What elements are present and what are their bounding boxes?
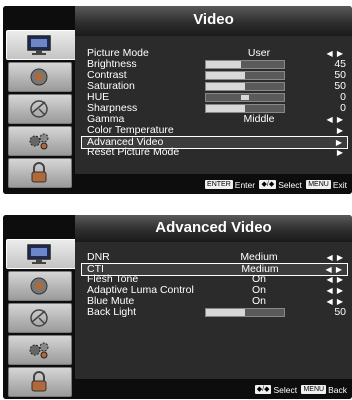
menu-footer-hints: ◆/◆ Select MENU Back bbox=[75, 379, 352, 399]
menu-title: Video bbox=[75, 6, 352, 36]
dnr-row[interactable]: DNR Medium ◀ ▶ bbox=[81, 252, 348, 263]
row-value: 0 bbox=[340, 102, 346, 114]
padlock-icon bbox=[31, 162, 47, 183]
left-right-arrows-icon[interactable]: ◀ ▶ bbox=[326, 252, 344, 263]
back-light-row[interactable]: Back Light 50 bbox=[81, 307, 348, 318]
tab-channel[interactable] bbox=[8, 303, 72, 333]
hue-slider[interactable] bbox=[205, 93, 285, 102]
menu-title: Advanced Video bbox=[75, 215, 352, 242]
saturation-row[interactable]: Saturation 50 bbox=[81, 81, 348, 92]
monitor-icon bbox=[27, 35, 51, 55]
right-arrow-icon[interactable]: ▶ bbox=[337, 125, 344, 136]
tab-audio[interactable] bbox=[8, 62, 72, 92]
tab-video[interactable] bbox=[6, 239, 77, 269]
category-sidebar bbox=[3, 6, 77, 194]
tab-setup[interactable] bbox=[8, 335, 72, 365]
gears-icon bbox=[29, 342, 49, 359]
color-temperature-row[interactable]: Color Temperature ▶ bbox=[81, 125, 348, 136]
tab-lock[interactable] bbox=[8, 367, 72, 397]
tab-audio[interactable] bbox=[8, 271, 72, 301]
satellite-dish-icon bbox=[30, 309, 48, 327]
contrast-slider[interactable] bbox=[205, 71, 285, 80]
monitor-icon bbox=[27, 244, 51, 264]
left-right-arrows-icon[interactable]: ◀ ▶ bbox=[326, 274, 344, 285]
row-value: Middle bbox=[243, 113, 275, 125]
row-value: On bbox=[251, 295, 266, 307]
enter-key-icon: ENTER bbox=[205, 180, 233, 190]
menu-key-icon: MENU bbox=[301, 385, 327, 395]
left-right-arrows-icon[interactable]: ◀ ▶ bbox=[326, 114, 344, 125]
row-label: Reset Picture Mode bbox=[87, 146, 180, 158]
brightness-slider[interactable] bbox=[205, 60, 285, 69]
back-light-slider[interactable] bbox=[205, 308, 285, 317]
tab-lock[interactable] bbox=[8, 158, 72, 188]
speaker-icon bbox=[30, 277, 48, 295]
tab-channel[interactable] bbox=[8, 94, 72, 124]
advanced-video-settings-list: DNR Medium ◀ ▶ CTI Medium ◀ ▶ Flesh Tone… bbox=[75, 242, 352, 382]
saturation-slider[interactable] bbox=[205, 82, 285, 91]
advanced-video-menu-panel: Advanced Video DNR Medium ◀ ▶ CTI Medium… bbox=[3, 215, 352, 399]
up-down-key-icon: ◆/◆ bbox=[254, 385, 272, 395]
reset-picture-mode-row[interactable]: Reset Picture Mode ▶ bbox=[81, 147, 348, 158]
tab-video[interactable] bbox=[6, 30, 77, 60]
row-value: Medium bbox=[240, 251, 278, 263]
video-settings-list: Picture Mode User ◀ ▶ Brightness 45 Cont… bbox=[75, 36, 352, 179]
category-sidebar bbox=[3, 215, 77, 399]
tab-setup[interactable] bbox=[8, 126, 72, 156]
left-right-arrows-icon[interactable]: ◀ ▶ bbox=[326, 285, 344, 296]
row-label: DNR bbox=[87, 251, 110, 263]
speaker-icon bbox=[30, 68, 48, 86]
row-value: User bbox=[247, 47, 271, 59]
gears-icon bbox=[29, 133, 49, 150]
row-value: 50 bbox=[334, 306, 346, 318]
satellite-dish-icon bbox=[30, 100, 48, 118]
right-arrow-icon[interactable]: ▶ bbox=[337, 147, 344, 158]
row-label: Back Light bbox=[87, 306, 137, 318]
menu-key-icon: MENU bbox=[306, 180, 331, 190]
video-menu-panel: Video Picture Mode User ◀ ▶ Brightness 4… bbox=[3, 6, 352, 194]
sharpness-slider[interactable] bbox=[205, 104, 285, 113]
up-down-key-icon: ◆/◆ bbox=[259, 180, 277, 190]
padlock-icon bbox=[31, 371, 47, 392]
menu-footer-hints: ENTER Enter ◆/◆ Select MENU Exit bbox=[75, 174, 352, 194]
row-label: Color Temperature bbox=[87, 124, 174, 136]
